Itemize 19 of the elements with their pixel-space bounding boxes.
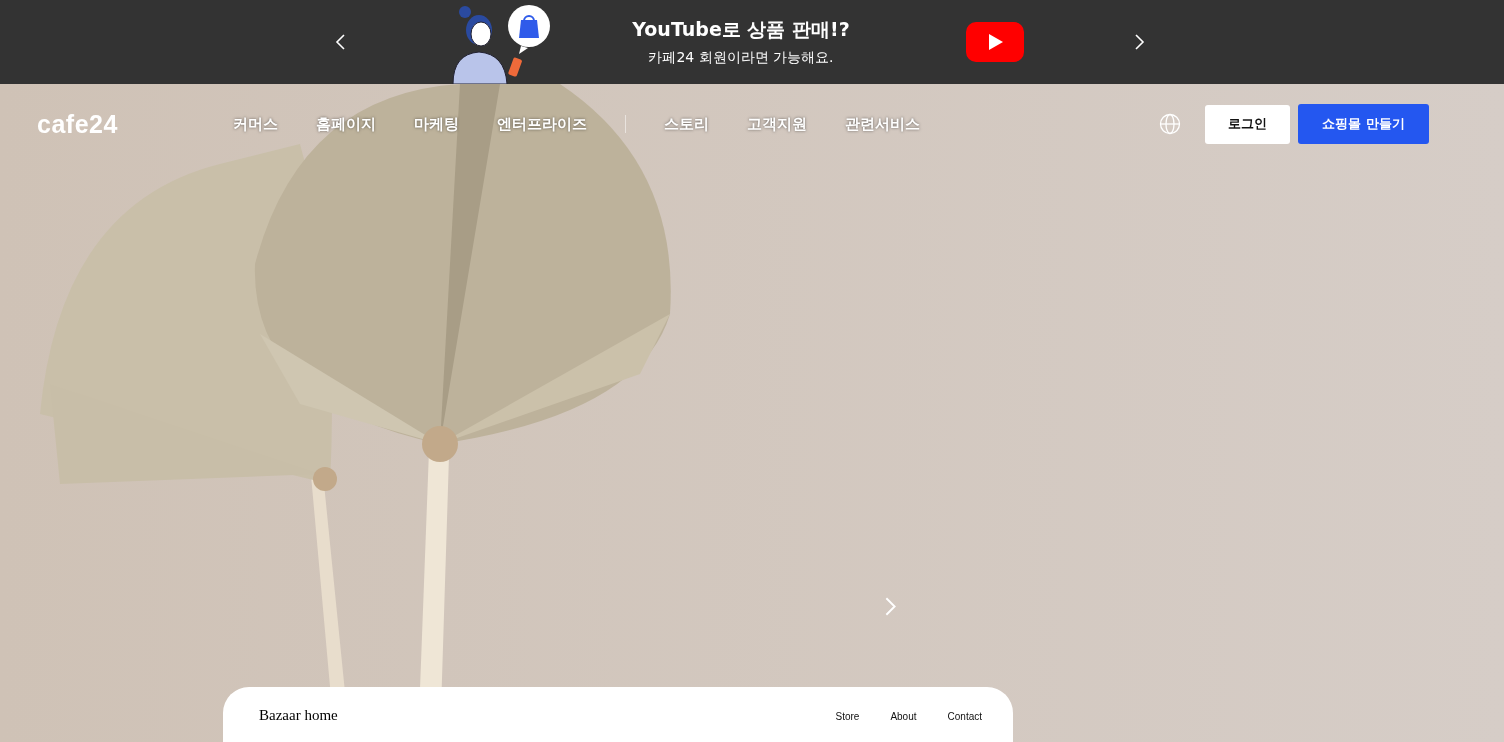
create-store-button[interactable]: 쇼핑몰 만들기 — [1298, 104, 1429, 144]
logo[interactable]: cafe24 — [37, 109, 149, 139]
login-button[interactable]: 로그인 — [1205, 104, 1290, 144]
nav-link[interactable]: 고객지원 — [747, 114, 807, 134]
banner-title: YouTube로 상품 판매!? — [632, 17, 850, 42]
card-link[interactable]: About — [890, 711, 917, 722]
play-button-icon — [966, 22, 1024, 62]
nav-link[interactable]: 홈페이지 — [316, 114, 376, 134]
nav-link[interactable]: 관련서비스 — [845, 114, 920, 134]
banner-subtitle: 카페24 회원이라면 가능해요. — [648, 49, 834, 67]
nav-link[interactable]: 스토리 — [664, 114, 709, 134]
nav-link[interactable]: 커머스 — [233, 114, 278, 134]
chevron-right-icon[interactable] — [1134, 34, 1145, 50]
nav-link[interactable]: 엔터프라이즈 — [497, 114, 587, 134]
chevron-left-icon[interactable] — [335, 34, 346, 50]
card-link[interactable]: Contact — [947, 711, 982, 722]
nav-link[interactable]: 마케팅 — [414, 114, 459, 134]
card-link[interactable]: Store — [835, 711, 860, 722]
brand-name: Bazaar home — [259, 707, 338, 724]
